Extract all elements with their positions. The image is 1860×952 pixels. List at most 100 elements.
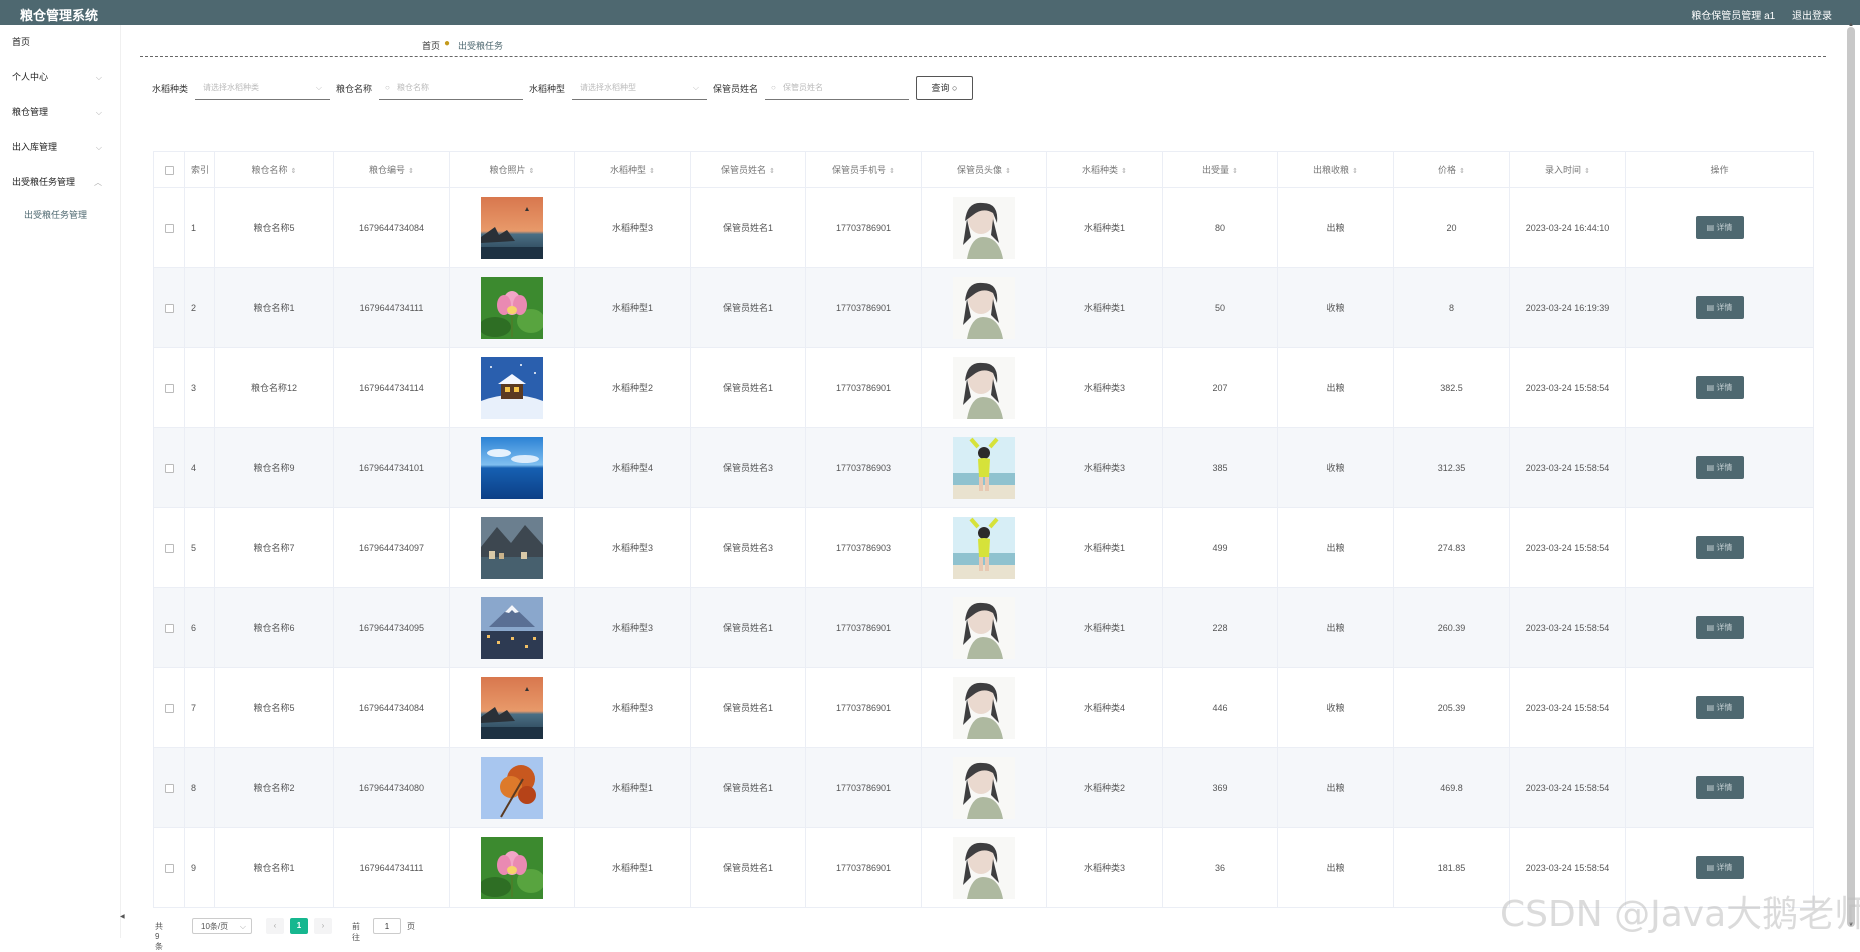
sidebar-item-task-management[interactable]: 出受粮任务管理 ︿ [0,165,120,200]
header-direction[interactable]: 出粮收粮 ⇕ [1277,151,1394,188]
sort-icon[interactable]: ⇕ [769,168,775,175]
header-rice-type[interactable]: 水稻种类 ⇕ [1046,151,1163,188]
row-checkbox[interactable] [164,783,174,793]
granary-photo-image[interactable] [481,516,543,579]
keeper-avatar-image[interactable] [953,436,1015,499]
goto-page-input[interactable]: 1 [373,918,401,934]
table-row[interactable]: 3 粮仓名称12 1679644734114 水稻种型2 保管员姓名1 177037869… [153,347,1814,428]
header-granary-photo[interactable]: 粮仓照片 ⇕ [449,151,575,188]
vertical-scrollbar[interactable] [1847,27,1855,927]
breadcrumb-home[interactable]: 首页 [422,39,440,52]
sort-icon[interactable]: ⇕ [889,168,895,175]
keeper-avatar-image[interactable] [953,596,1015,659]
header-keeper-name[interactable]: 保管员姓名 ⇕ [690,151,806,188]
row-checkbox[interactable] [164,863,174,873]
detail-button[interactable]: ▤ 详情 [1695,776,1744,799]
granary-photo-image[interactable] [481,436,543,499]
scroll-left-icon[interactable]: ◀ [120,913,125,920]
sidebar-item-home[interactable]: 首页 [0,25,120,60]
granary-photo-image[interactable] [481,276,543,339]
sort-icon[interactable]: ⇕ [1352,168,1358,175]
granary-photo-image[interactable] [481,196,543,259]
sort-icon[interactable]: ⇕ [1005,168,1011,175]
rice-variety-select[interactable]: 请选择水稻种型 ⌵ [572,76,707,100]
granary-photo-image[interactable] [481,756,543,819]
detail-button[interactable]: ▤ 详情 [1695,616,1744,639]
keeper-avatar-image[interactable] [953,356,1015,419]
detail-button[interactable]: ▤ 详情 [1695,296,1744,319]
header-granary-no[interactable]: 粮仓编号 ⇕ [333,151,450,188]
header-volume[interactable]: 出受量 ⇕ [1162,151,1278,188]
cell-rice-type: 水稻种类1 [1046,507,1163,588]
detail-button[interactable]: ▤ 详情 [1695,536,1744,559]
row-checkbox[interactable] [164,223,174,233]
keeper-avatar-image[interactable] [953,676,1015,739]
sort-icon[interactable]: ⇕ [1584,168,1590,175]
select-all-checkbox[interactable] [164,165,174,175]
sidebar-item-granary-management[interactable]: 粮仓管理 ⌵ [0,95,120,130]
prev-page-button[interactable]: ‹ [266,918,284,934]
detail-button[interactable]: ▤ 详情 [1695,216,1744,239]
sort-icon[interactable]: ⇕ [1459,168,1465,175]
cell-rice-type: 水稻种类1 [1046,187,1163,268]
row-checkbox[interactable] [164,543,174,553]
sort-icon[interactable]: ⇕ [649,168,655,175]
breadcrumb-current[interactable]: 出受粮任务 [458,39,503,52]
sort-icon[interactable]: ⇕ [408,168,414,175]
granary-photo-image[interactable] [481,836,543,899]
keeper-avatar-image[interactable] [953,196,1015,259]
detail-button-label: 详情 [1716,543,1733,552]
header-granary-name[interactable]: 粮仓名称 ⇕ [214,151,334,188]
header-price[interactable]: 价格 ⇕ [1393,151,1510,188]
sort-icon[interactable]: ⇕ [1232,168,1238,175]
row-checkbox[interactable] [164,623,174,633]
sort-icon[interactable]: ⇕ [1121,168,1127,175]
sidebar-item-personal-center[interactable]: 个人中心 ⌵ [0,60,120,95]
user-label[interactable]: 粮仓保管员管理 a1 [1691,11,1775,22]
detail-icon: ▤ [1706,223,1715,232]
cell-rice-variety: 水稻种型1 [574,827,691,908]
header-entry-time[interactable]: 录入时间 ⇕ [1509,151,1626,188]
header-label: 水稻种型 [610,165,647,175]
row-checkbox[interactable] [164,303,174,313]
page-number-current[interactable]: 1 [290,918,308,934]
rice-type-select[interactable]: 请选择水稻种类 ⌵ [195,76,330,100]
table-row[interactable]: 5 粮仓名称7 1679644734097 水稻种型3 保管员姓名3 1770378690… [153,507,1814,588]
table-row[interactable]: 2 粮仓名称1 1679644734111 水稻种型1 保管员姓名1 1770378690… [153,267,1814,348]
query-button[interactable]: 查询 ○ [916,76,973,100]
detail-button[interactable]: ▤ 详情 [1695,376,1744,399]
keeper-avatar-image[interactable] [953,516,1015,579]
sort-icon[interactable]: ⇕ [291,168,297,175]
logout-button[interactable]: 退出登录 [1792,11,1832,22]
keeper-avatar-image[interactable] [953,276,1015,339]
table-row[interactable]: 8 粮仓名称2 1679644734080 水稻种型1 保管员姓名1 1770378690… [153,747,1814,828]
detail-button[interactable]: ▤ 详情 [1695,696,1744,719]
next-page-button[interactable]: › [314,918,332,934]
granary-photo-image[interactable] [481,676,543,739]
page-size-select[interactable]: 10条/页 ⌵ [192,918,252,934]
keeper-avatar-image[interactable] [953,756,1015,819]
header-keeper-phone[interactable]: 保管员手机号 ⇕ [805,151,922,188]
keeper-name-input[interactable]: ○ 保管员姓名 [765,76,909,100]
sidebar-subitem-task-management[interactable]: 出受粮任务管理 [0,200,120,230]
row-checkbox[interactable] [164,463,174,473]
cell-index: 3 [184,347,215,428]
cell-entry-time: 2023-03-24 15:58:54 [1509,427,1626,508]
sidebar-item-inout-management[interactable]: 出入库管理 ⌵ [0,130,120,165]
detail-button[interactable]: ▤ 详情 [1695,856,1744,879]
granary-photo-image[interactable] [481,356,543,419]
table-row[interactable]: 1 粮仓名称5 1679644734084 水稻种型3 保管员姓名1 1770378690… [153,187,1814,268]
detail-button[interactable]: ▤ 详情 [1695,456,1744,479]
sort-icon[interactable]: ⇕ [529,168,535,175]
header-rice-variety[interactable]: 水稻种型 ⇕ [574,151,691,188]
table-row[interactable]: 4 粮仓名称9 1679644734101 水稻种型4 保管员姓名3 1770378690… [153,427,1814,508]
header-keeper-avatar[interactable]: 保管员头像 ⇕ [921,151,1047,188]
table-row[interactable]: 6 粮仓名称6 1679644734095 水稻种型3 保管员姓名1 1770378690… [153,587,1814,668]
table-row[interactable]: 7 粮仓名称5 1679644734084 水稻种型3 保管员姓名1 1770378690… [153,667,1814,748]
keeper-avatar-image[interactable] [953,836,1015,899]
granary-name-input[interactable]: ○ 粮仓名称 [379,76,523,100]
row-checkbox[interactable] [164,703,174,713]
cell-volume: 207 [1162,347,1278,428]
row-checkbox[interactable] [164,383,174,393]
granary-photo-image[interactable] [481,596,543,659]
